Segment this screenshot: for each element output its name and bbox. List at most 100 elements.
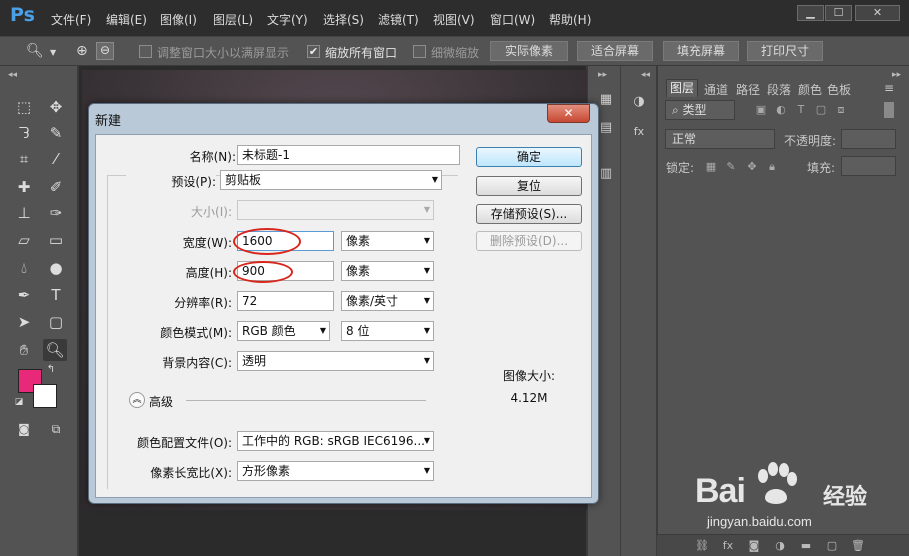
chevron-down-icon[interactable]: ▼ bbox=[50, 48, 56, 57]
filter-smart-icon[interactable]: ⧈ bbox=[835, 104, 847, 116]
clone-stamp-tool-icon[interactable]: ⊥ bbox=[12, 202, 36, 224]
dialog-close-button[interactable]: ✕ bbox=[547, 104, 590, 123]
new-group-icon[interactable]: ▬ bbox=[799, 539, 813, 553]
menu-filter[interactable]: 滤镜(T) bbox=[378, 11, 419, 28]
menu-layer[interactable]: 图层(L) bbox=[213, 11, 253, 28]
scrubby-zoom-checkbox[interactable] bbox=[413, 45, 426, 58]
blur-tool-icon[interactable]: 💧︎ bbox=[12, 257, 36, 279]
collapse-icon[interactable]: ◂◂ bbox=[8, 70, 17, 80]
menu-view[interactable]: 视图(V) bbox=[433, 11, 475, 28]
gradient-tool-icon[interactable]: ▭ bbox=[44, 229, 68, 251]
ok-button[interactable]: 确定 bbox=[476, 147, 582, 167]
filter-toggle[interactable] bbox=[884, 102, 894, 118]
minimize-button[interactable]: ▁ bbox=[797, 5, 824, 21]
fill-input[interactable] bbox=[841, 156, 896, 176]
close-window-button[interactable]: ✕ bbox=[855, 5, 900, 21]
lock-all-icon[interactable]: 🔒︎ bbox=[766, 161, 778, 173]
adjustments-icon[interactable]: ◑ bbox=[629, 92, 649, 112]
screen-mode-icon[interactable]: ⧉ bbox=[44, 418, 68, 440]
zoom-tool-icon[interactable]: 🔍︎ bbox=[26, 43, 44, 59]
add-mask-icon[interactable]: ◙ bbox=[747, 539, 761, 553]
default-colors-icon[interactable]: ◪ bbox=[12, 396, 26, 408]
lock-position-icon[interactable]: ✥ bbox=[746, 161, 758, 173]
height-unit-select[interactable]: 像素 ▼ bbox=[341, 261, 434, 281]
menu-file[interactable]: 文件(F) bbox=[51, 11, 91, 28]
tab-color[interactable]: 颜色 bbox=[798, 81, 822, 98]
brush-tool-icon[interactable]: ✐ bbox=[44, 176, 68, 198]
filter-pixel-icon[interactable]: ▣ bbox=[755, 104, 767, 116]
pixel-aspect-select[interactable]: 方形像素 ▼ bbox=[237, 461, 434, 481]
tab-paragraph[interactable]: 段落 bbox=[767, 81, 791, 98]
filter-type-icon[interactable]: T bbox=[795, 104, 807, 116]
healing-brush-tool-icon[interactable]: ✚ bbox=[12, 176, 36, 198]
color-mode-select[interactable]: RGB 颜色 ▼ bbox=[237, 321, 330, 341]
save-preset-button[interactable]: 存储预设(S)... bbox=[476, 204, 582, 224]
panel-menu-icon[interactable]: ≡ bbox=[884, 81, 894, 95]
dodge-tool-icon[interactable]: ● bbox=[44, 257, 68, 279]
zoom-all-checkbox[interactable]: ✔ bbox=[307, 45, 320, 58]
background-select[interactable]: 透明 ▼ bbox=[237, 351, 434, 371]
preset-select[interactable]: 剪贴板 ▼ bbox=[220, 170, 442, 190]
resolution-input[interactable]: 72 bbox=[237, 291, 334, 311]
blend-mode-select[interactable]: 正常 bbox=[665, 129, 775, 149]
history-brush-tool-icon[interactable]: ✑ bbox=[44, 202, 68, 224]
collapse-icon[interactable]: ▸▸ bbox=[598, 70, 607, 80]
menu-window[interactable]: 窗口(W) bbox=[490, 11, 535, 28]
actions-icon[interactable]: ▤ bbox=[596, 118, 616, 138]
tab-layers[interactable]: 图层 bbox=[666, 79, 699, 97]
type-tool-icon[interactable]: T bbox=[44, 284, 68, 306]
styles-fx-icon[interactable]: fx bbox=[629, 122, 649, 142]
background-color-swatch[interactable] bbox=[33, 384, 57, 408]
fill-screen-button[interactable]: 填充屏幕 bbox=[663, 41, 739, 61]
color-profile-select[interactable]: 工作中的 RGB: sRGB IEC6196... ▼ bbox=[237, 431, 434, 451]
resolution-unit-select[interactable]: 像素/英寸 ▼ bbox=[341, 291, 434, 311]
actual-pixels-button[interactable]: 实际像素 bbox=[490, 41, 568, 61]
eyedropper-tool-icon[interactable]: ⁄ bbox=[44, 148, 68, 170]
menu-type[interactable]: 文字(Y) bbox=[267, 11, 308, 28]
quick-select-tool-icon[interactable]: ✎ bbox=[44, 122, 68, 144]
resize-windows-checkbox[interactable] bbox=[139, 45, 152, 58]
link-layers-icon[interactable]: ⛓ bbox=[695, 539, 709, 553]
filter-kind-select[interactable]: ⌕ 类型 bbox=[665, 100, 735, 120]
width-unit-select[interactable]: 像素 ▼ bbox=[341, 231, 434, 251]
fx-icon[interactable]: fx bbox=[721, 539, 735, 553]
filter-adjust-icon[interactable]: ◐ bbox=[775, 104, 787, 116]
opacity-input[interactable] bbox=[841, 129, 896, 149]
menu-select[interactable]: 选择(S) bbox=[323, 11, 364, 28]
adjustment-layer-icon[interactable]: ◑ bbox=[773, 539, 787, 553]
history-icon[interactable]: ▦ bbox=[596, 90, 616, 110]
zoom-in-icon[interactable]: ⊕ bbox=[76, 43, 88, 59]
maximize-button[interactable]: ☐ bbox=[825, 5, 852, 21]
advanced-toggle-icon[interactable]: ︽ bbox=[129, 392, 145, 408]
collapse-icon[interactable]: ◂◂ bbox=[641, 70, 650, 80]
filter-shape-icon[interactable]: ▢ bbox=[815, 104, 827, 116]
name-input[interactable]: 未标题-1 bbox=[237, 145, 460, 165]
pen-tool-icon[interactable]: ✒ bbox=[12, 284, 36, 306]
reset-button[interactable]: 复位 bbox=[476, 176, 582, 196]
menu-edit[interactable]: 编辑(E) bbox=[106, 11, 147, 28]
zoom-out-icon[interactable]: ⊖ bbox=[96, 42, 114, 60]
hand-tool-icon[interactable]: ✋︎ bbox=[12, 339, 36, 361]
lock-pixels-icon[interactable]: ✎ bbox=[725, 161, 737, 173]
new-layer-icon[interactable]: ▢ bbox=[825, 539, 839, 553]
zoom-tool-icon[interactable]: 🔍︎ bbox=[43, 339, 67, 361]
menu-image[interactable]: 图像(I) bbox=[160, 11, 197, 28]
properties-icon[interactable]: ▥ bbox=[596, 164, 616, 184]
swap-colors-icon[interactable]: ↰ bbox=[44, 364, 58, 376]
quick-mask-icon[interactable]: ◙ bbox=[12, 418, 36, 440]
tab-channels[interactable]: 通道 bbox=[704, 81, 728, 98]
eraser-tool-icon[interactable]: ▱ bbox=[12, 229, 36, 251]
rectangle-tool-icon[interactable]: ▢ bbox=[44, 311, 68, 333]
move-tool-icon[interactable]: ✥ bbox=[44, 96, 68, 118]
path-select-tool-icon[interactable]: ➤ bbox=[12, 311, 36, 333]
collapse-icon[interactable]: ▸▸ bbox=[892, 70, 901, 80]
trash-icon[interactable]: 🗑︎ bbox=[851, 539, 865, 553]
marquee-tool-icon[interactable]: ⬚ bbox=[12, 96, 36, 118]
print-size-button[interactable]: 打印尺寸 bbox=[747, 41, 823, 61]
tab-paths[interactable]: 路径 bbox=[736, 81, 760, 98]
lock-transparent-icon[interactable]: ▦ bbox=[705, 161, 717, 173]
bit-depth-select[interactable]: 8 位 ▼ bbox=[341, 321, 434, 341]
fit-screen-button[interactable]: 适合屏幕 bbox=[577, 41, 653, 61]
crop-tool-icon[interactable]: ⌗ bbox=[12, 148, 36, 170]
menu-help[interactable]: 帮助(H) bbox=[549, 11, 591, 28]
